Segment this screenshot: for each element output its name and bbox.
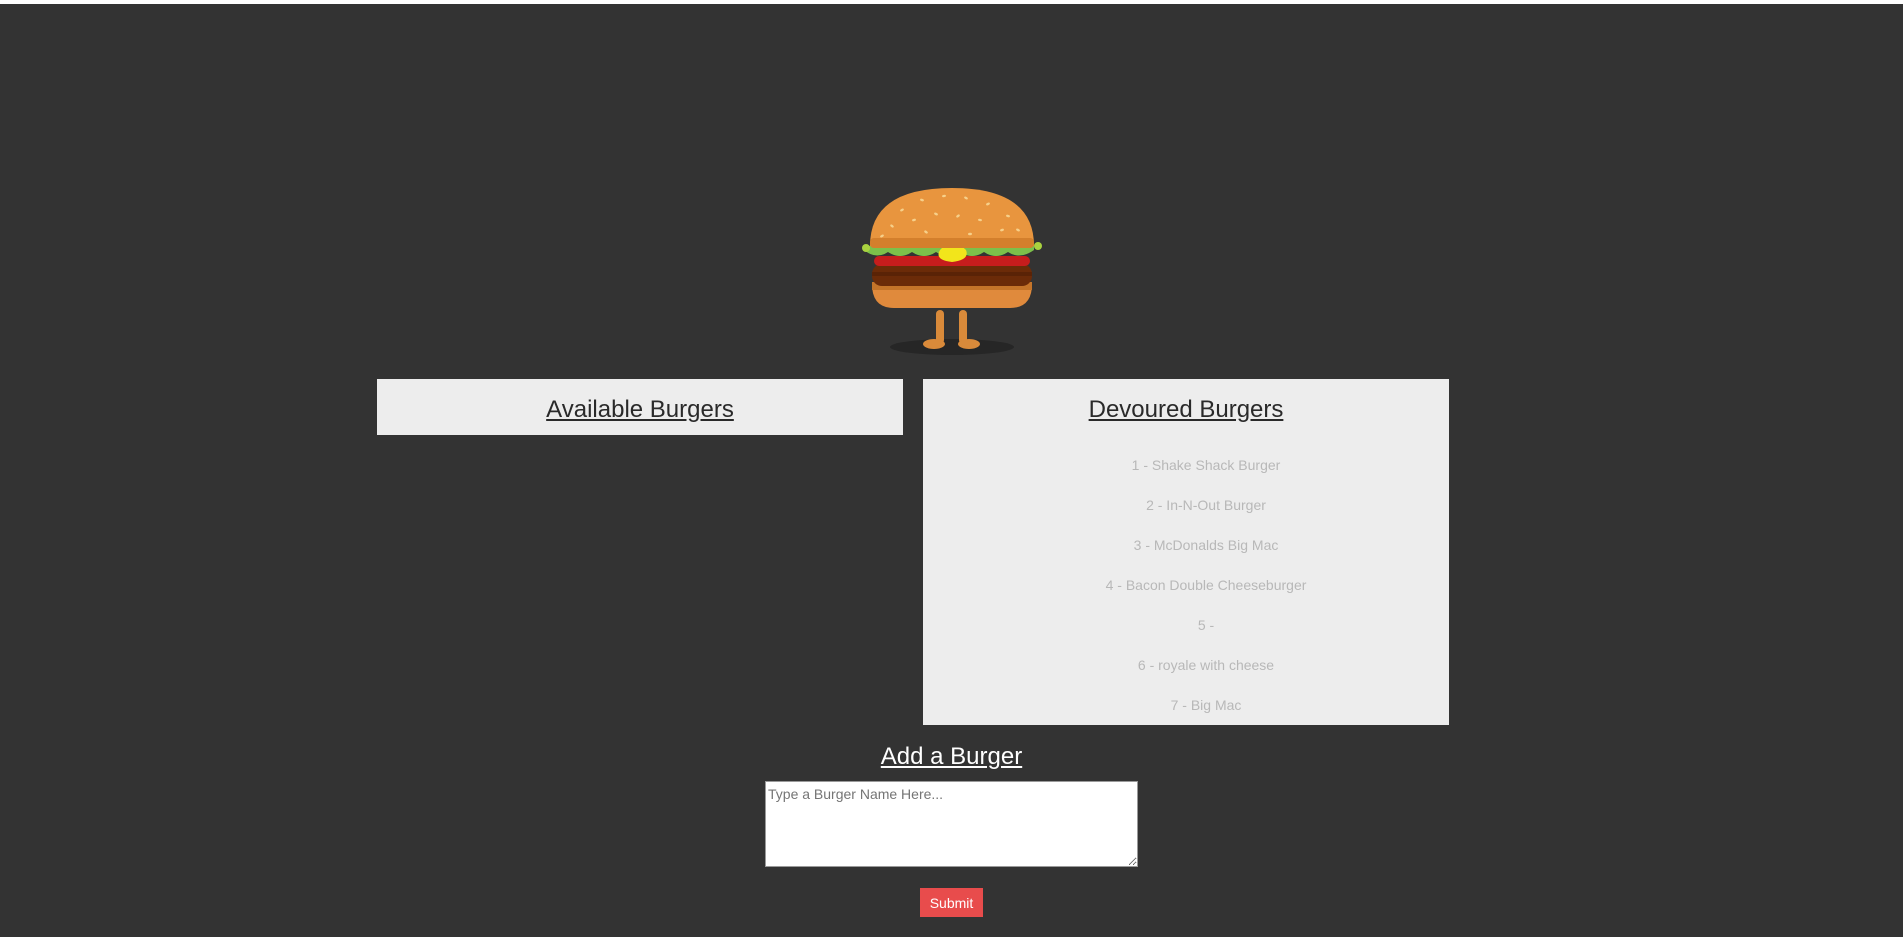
available-burgers-panel: Available Burgers <box>377 379 903 435</box>
devoured-burgers-panel: Devoured Burgers 1 - Shake Shack Burger … <box>923 379 1449 725</box>
devoured-burger-item: 3 - McDonalds Big Mac <box>1133 537 1279 553</box>
devoured-burger-item: 6 - royale with cheese <box>1137 657 1275 673</box>
submit-button[interactable]: Submit <box>920 888 983 917</box>
add-burger-title: Add a Burger <box>880 743 1023 770</box>
devoured-burger-item: 7 - Big Mac <box>1170 697 1242 713</box>
top-strip <box>0 0 1903 4</box>
devoured-burgers-list: 1 - Shake Shack Burger 2 - In-N-Out Burg… <box>923 445 1449 725</box>
burger-name-input[interactable] <box>765 781 1138 867</box>
devoured-burger-item: 2 - In-N-Out Burger <box>1146 497 1266 513</box>
devoured-burger-item: 1 - Shake Shack Burger <box>1131 457 1281 473</box>
devoured-burger-item: 4 - Bacon Double Cheeseburger <box>1105 577 1307 593</box>
available-burgers-title: Available Burgers <box>546 396 734 423</box>
devoured-burger-item: 5 - <box>1197 617 1215 633</box>
devoured-burgers-title: Devoured Burgers <box>1088 396 1284 423</box>
burger-character-icon <box>862 180 1042 360</box>
